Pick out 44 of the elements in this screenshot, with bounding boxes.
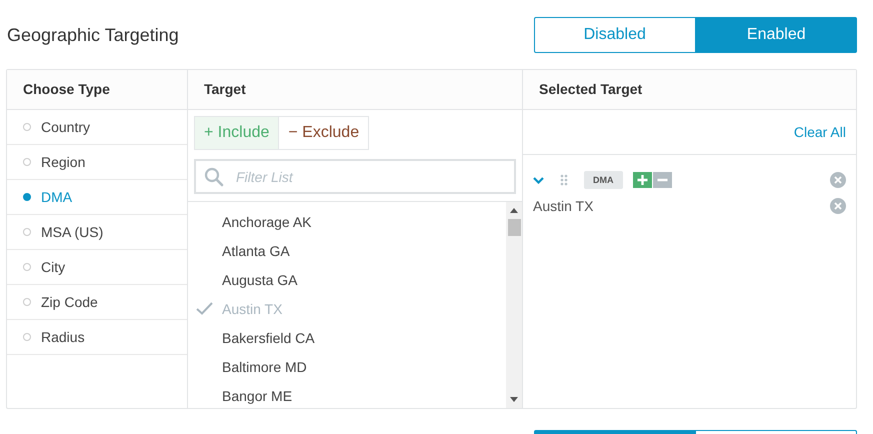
target-item[interactable]: Anchorage AK [188, 207, 506, 236]
target-item[interactable]: Bakersfield CA [188, 323, 506, 352]
type-label: Region [41, 154, 86, 170]
type-label: Country [41, 119, 90, 135]
filter-field[interactable]: Filter List [194, 159, 516, 194]
type-option[interactable]: Zip Code [7, 285, 187, 320]
type-option[interactable]: Country [7, 110, 187, 145]
chevron-icon[interactable] [533, 176, 544, 184]
minus-icon[interactable] [652, 172, 672, 188]
radio-button[interactable] [23, 263, 31, 271]
target-item[interactable]: Baltimore MD [188, 352, 506, 381]
page-title: Geographic Targeting [6, 24, 179, 46]
scroll-up-icon[interactable] [510, 208, 518, 213]
drag-handle-icon[interactable] [560, 174, 568, 186]
target-item[interactable]: Augusta GA [188, 265, 506, 294]
scroll-down-icon[interactable] [510, 397, 518, 402]
target-item[interactable]: Bangor ME [188, 381, 506, 408]
plus-icon[interactable] [632, 172, 652, 188]
type-option[interactable]: Region [7, 145, 187, 180]
column-header: Selected Target [523, 70, 856, 110]
target-item[interactable]: Atlanta GA [188, 236, 506, 265]
radio-button[interactable] [23, 333, 31, 341]
type-option[interactable]: City [7, 250, 187, 285]
type-label: MSA (US) [41, 224, 104, 240]
column-header: Choose Type [7, 70, 187, 110]
radio-button[interactable] [23, 298, 31, 306]
type-tag: DMA [584, 171, 622, 189]
radio-button[interactable] [23, 193, 31, 201]
type-label: Radius [41, 329, 85, 345]
type-label: Zip Code [41, 294, 98, 310]
type-label: DMA [41, 189, 72, 205]
remove-icon[interactable] [830, 172, 846, 188]
search-icon [204, 167, 224, 187]
type-option[interactable]: MSA (US) [7, 215, 187, 250]
type-label: City [41, 259, 66, 275]
radio-button[interactable] [23, 123, 31, 131]
mode-button[interactable]: − Exclude [279, 116, 370, 150]
scrollbar-thumb[interactable] [508, 219, 520, 236]
type-option[interactable]: Radius [7, 320, 187, 355]
radio-button[interactable] [23, 228, 31, 236]
scrollbar[interactable] [506, 202, 522, 408]
radio-button[interactable] [23, 158, 31, 166]
selected-item: Austin TX [533, 198, 594, 214]
remove-icon[interactable] [830, 198, 846, 214]
